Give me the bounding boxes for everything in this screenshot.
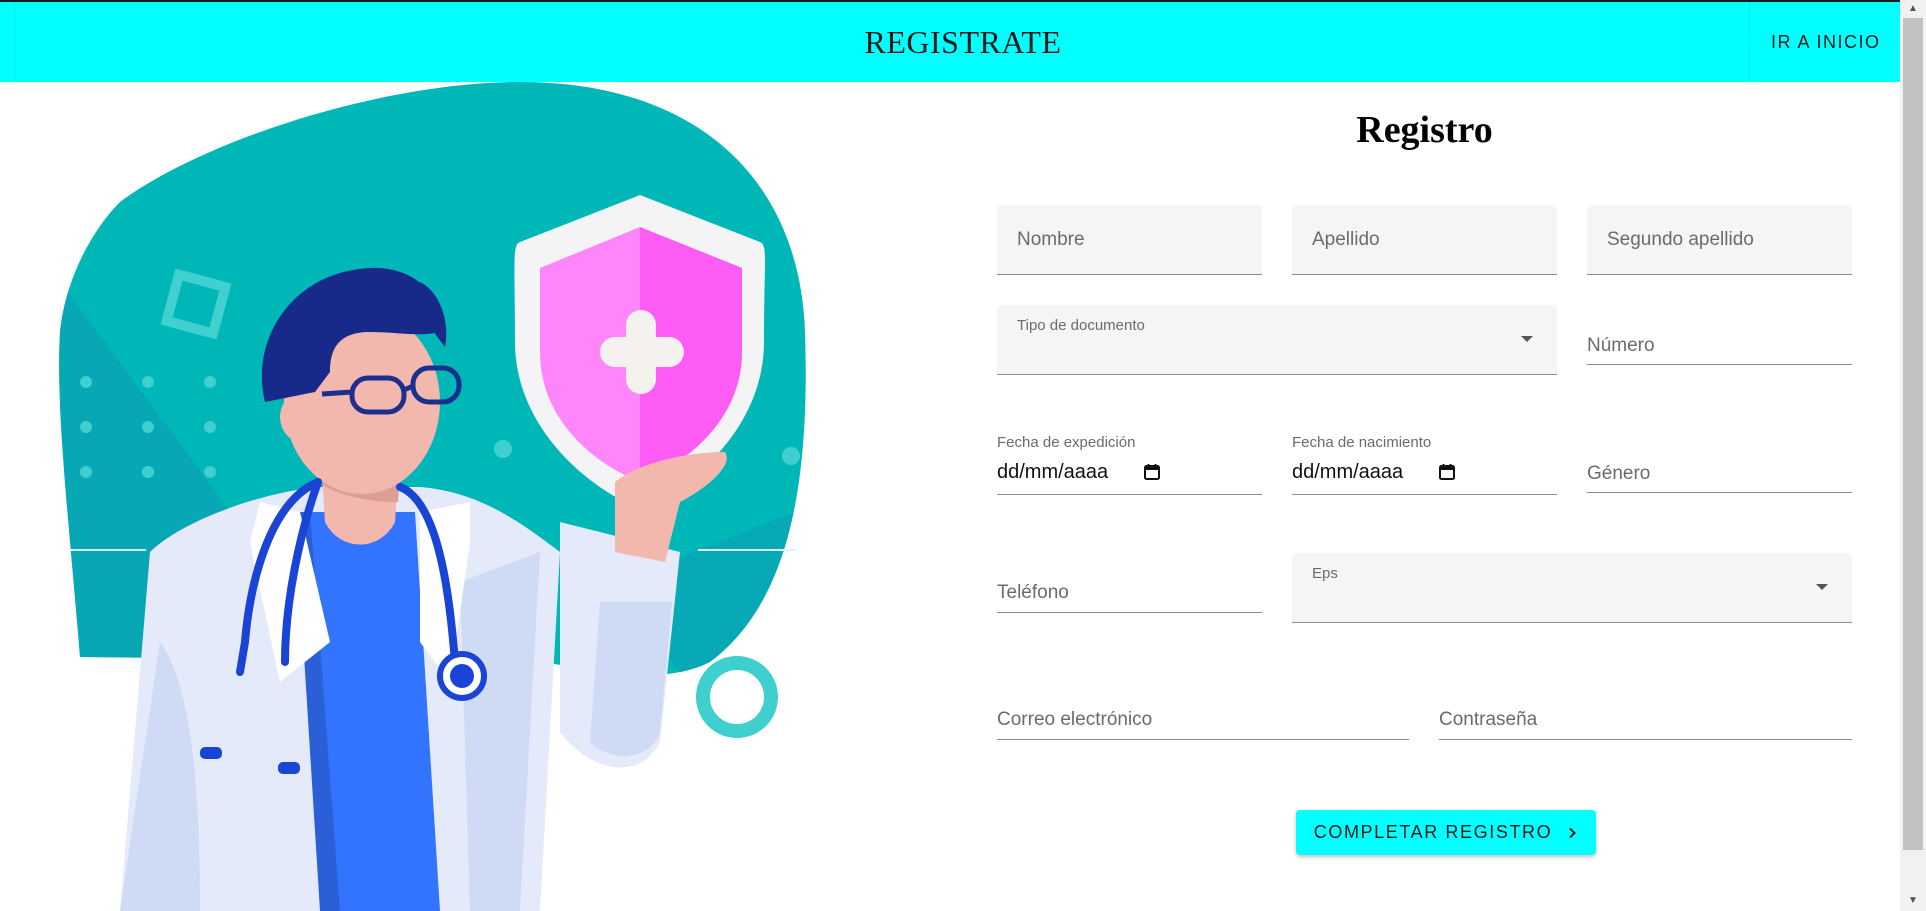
segundo-apellido-placeholder: Segundo apellido [1607, 229, 1754, 250]
ring-decoration [696, 656, 778, 738]
fecha-expedicion-value: dd/mm/aaaa [997, 461, 1109, 483]
top-app-bar: REGISTRATE IR A INICIO [0, 0, 1900, 82]
fecha-nacimiento-label: Fecha de nacimiento [1292, 434, 1432, 451]
page-title: REGISTRATE [864, 24, 1062, 60]
scrollbar-thumb[interactable] [1903, 18, 1923, 850]
calendar-icon[interactable] [1143, 463, 1161, 481]
nombre-field[interactable]: Nombre [997, 205, 1262, 275]
doctor-illustration [59, 82, 806, 911]
scroll-down-icon[interactable]: ▼ [1906, 894, 1920, 908]
genero-field[interactable]: Género [1587, 458, 1852, 493]
correo-field[interactable]: Correo electrónico [997, 705, 1409, 740]
eps-select[interactable]: Eps [1292, 553, 1852, 623]
contrasena-placeholder: Contraseña [1439, 709, 1538, 730]
telefono-field[interactable]: Teléfono [997, 577, 1262, 613]
correo-placeholder: Correo electrónico [997, 709, 1153, 730]
apellido-placeholder: Apellido [1312, 229, 1380, 250]
tipo-documento-select[interactable]: Tipo de documento [997, 305, 1557, 375]
scroll-up-icon[interactable]: ▲ [1906, 2, 1920, 16]
fecha-nacimiento-field[interactable]: Fecha de nacimiento dd/mm/aaaa [1292, 434, 1557, 495]
tipo-documento-label: Tipo de documento [1017, 317, 1145, 334]
contrasena-field[interactable]: Contraseña [1439, 705, 1852, 740]
segundo-apellido-field[interactable]: Segundo apellido [1587, 205, 1852, 275]
genero-placeholder: Género [1587, 463, 1651, 484]
telefono-placeholder: Teléfono [997, 582, 1069, 603]
go-home-link[interactable]: IR A INICIO [1771, 32, 1881, 53]
fecha-nacimiento-value: dd/mm/aaaa [1292, 461, 1404, 483]
numero-placeholder: Número [1587, 335, 1655, 356]
divider [1749, 2, 1750, 82]
fecha-expedicion-label: Fecha de expedición [997, 434, 1136, 451]
apellido-field[interactable]: Apellido [1292, 205, 1557, 275]
fecha-expedicion-field[interactable]: Fecha de expedición dd/mm/aaaa [997, 434, 1262, 495]
form-title: Registro [1356, 109, 1493, 151]
complete-registration-button[interactable]: COMPLETAR REGISTRO [1296, 810, 1596, 855]
eps-label: Eps [1312, 565, 1338, 582]
nombre-placeholder: Nombre [1017, 229, 1085, 250]
chevron-right-icon [1569, 827, 1577, 838]
complete-registration-label: COMPLETAR REGISTRO [1313, 822, 1553, 842]
chevron-down-icon [1521, 336, 1533, 342]
chevron-down-icon [1816, 584, 1828, 590]
numero-field[interactable]: Número [1587, 330, 1852, 365]
calendar-icon[interactable] [1438, 463, 1456, 481]
